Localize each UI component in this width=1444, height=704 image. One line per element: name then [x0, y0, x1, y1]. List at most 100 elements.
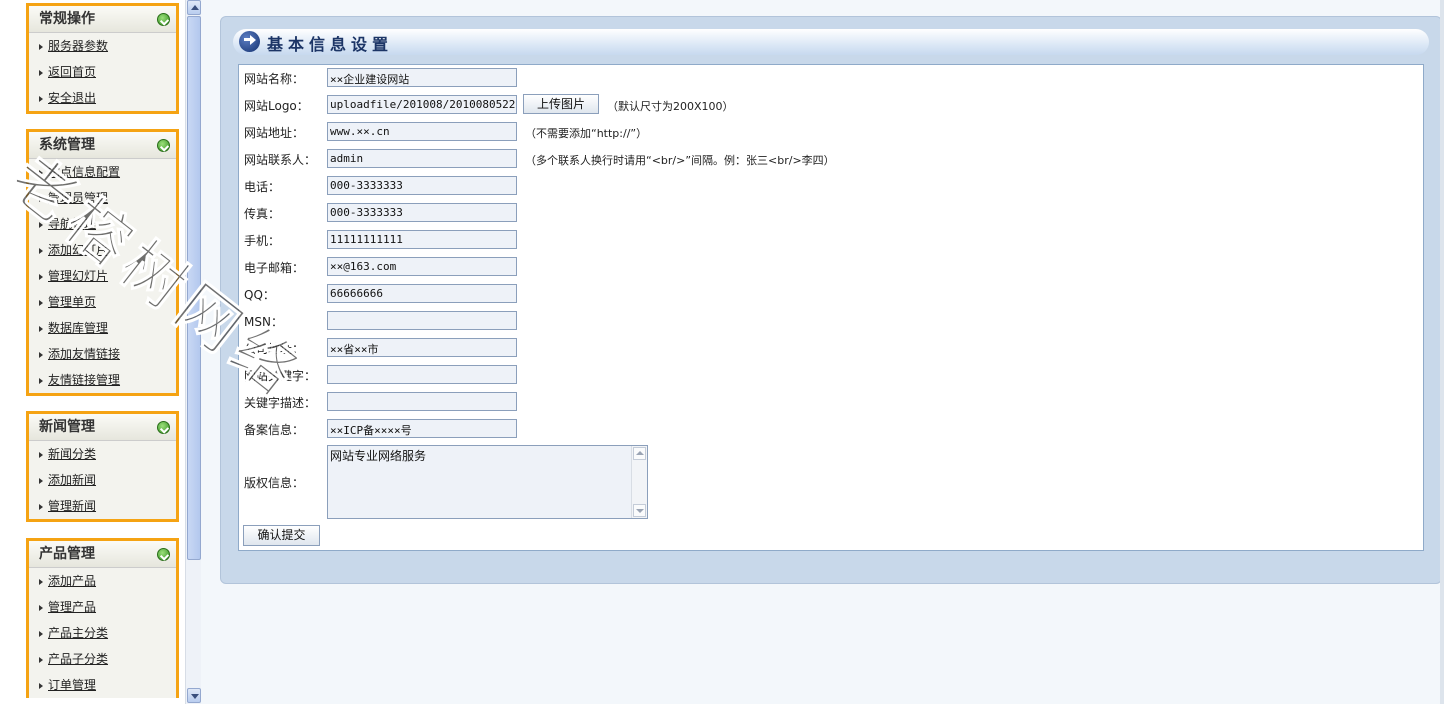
page-title: 基本信息设置	[267, 35, 394, 54]
bullet-arrow-icon	[39, 325, 43, 332]
logo-path-input[interactable]: uploadfile/201008/2010080522213	[327, 95, 517, 114]
contact-hint: （多个联系人换行时请用“<br/>”间隔。例：张三<br/>李四）	[525, 154, 835, 167]
field-label: QQ：	[244, 288, 275, 302]
submit-button[interactable]: 确认提交	[243, 525, 320, 546]
row-email: 电子邮箱： ××@163.com	[239, 254, 1423, 281]
menu-group-title[interactable]: 新闻管理	[29, 414, 176, 441]
scroll-up-icon[interactable]	[633, 447, 646, 460]
menu-item-add-product[interactable]: 添加产品	[29, 568, 176, 594]
menu-item-add-link[interactable]: 添加友情链接	[29, 341, 176, 367]
menu-group-system: 系统管理 站点信息配置 管理员管理 导航管理 添加幻灯片 管理幻灯片 管理单页 …	[26, 129, 179, 396]
textarea-scrollbar[interactable]	[631, 446, 647, 518]
bullet-arrow-icon	[39, 195, 43, 202]
menu-item-news-category[interactable]: 新闻分类	[29, 441, 176, 467]
field-label: 网站关键字：	[244, 369, 317, 383]
field-label: 网站地址：	[244, 126, 305, 140]
menu-item-orders[interactable]: 订单管理	[29, 672, 176, 698]
menu-scrollbar[interactable]	[185, 0, 201, 704]
bullet-arrow-icon	[39, 630, 43, 637]
scroll-down-icon[interactable]	[187, 688, 201, 703]
field-label: 网站联系人：	[244, 153, 317, 167]
row-site-url: 网站地址： www.××.cn （不需要添加“http://”）	[239, 119, 1423, 146]
copyright-textarea[interactable]: 网站专业网络服务	[327, 445, 648, 519]
description-input[interactable]	[327, 392, 517, 411]
field-label: 手机：	[244, 234, 281, 248]
menu-group-general: 常规操作 服务器参数 返回首页 安全退出	[26, 3, 179, 114]
mobile-input[interactable]: 11111111111	[327, 230, 517, 249]
scrollbar-thumb[interactable]	[187, 16, 201, 560]
upload-image-button[interactable]: 上传图片	[523, 94, 599, 114]
site-url-input[interactable]: www.××.cn	[327, 122, 517, 141]
scroll-down-icon[interactable]	[633, 504, 646, 517]
row-contact: 网站联系人： admin （多个联系人换行时请用“<br/>”间隔。例：张三<b…	[239, 146, 1423, 173]
row-copyright: 版权信息： 网站专业网络服务	[239, 443, 1423, 523]
row-description: 关键字描述：	[239, 389, 1423, 416]
row-icp: 备案信息： ××ICP备××××号	[239, 416, 1423, 443]
phone-input[interactable]: 000-3333333	[327, 176, 517, 195]
row-address: 公司地址： ××省××市	[239, 335, 1423, 362]
row-mobile: 手机： 11111111111	[239, 227, 1423, 254]
menu-item-pages[interactable]: 管理单页	[29, 289, 176, 315]
scroll-up-icon[interactable]	[187, 0, 201, 15]
keywords-input[interactable]	[327, 365, 517, 384]
menu-group-title[interactable]: 系统管理	[29, 132, 176, 159]
row-msn: MSN：	[239, 308, 1423, 335]
arrow-circle-icon	[239, 31, 260, 52]
fax-input[interactable]: 000-3333333	[327, 203, 517, 222]
bullet-arrow-icon	[39, 351, 43, 358]
menu-item-database[interactable]: 数据库管理	[29, 315, 176, 341]
bullet-arrow-icon	[39, 69, 43, 76]
logo-hint: （默认尺寸为200X100）	[607, 100, 734, 113]
field-label: 版权信息：	[244, 476, 305, 490]
bullet-arrow-icon	[39, 656, 43, 663]
menu-item-add-slide[interactable]: 添加幻灯片	[29, 237, 176, 263]
address-input[interactable]: ××省××市	[327, 338, 517, 357]
bullet-arrow-icon	[39, 377, 43, 384]
field-label: 关键字描述：	[244, 396, 317, 410]
menu-group-products: 产品管理 添加产品 管理产品 产品主分类 产品子分类 订单管理	[26, 538, 179, 698]
field-label: 公司地址：	[244, 342, 305, 356]
collapse-icon[interactable]	[157, 13, 170, 26]
row-keywords: 网站关键字：	[239, 362, 1423, 389]
contact-input[interactable]: admin	[327, 149, 517, 168]
menu-item-site-config[interactable]: 站点信息配置	[29, 159, 176, 185]
menu-item-manage-news[interactable]: 管理新闻	[29, 493, 176, 519]
menu-group-title[interactable]: 产品管理	[29, 541, 176, 568]
settings-panel: 基本信息设置 网站名称： ××企业建设网站 网站Logo： uploadfile…	[220, 16, 1442, 584]
menu-item-manage-links[interactable]: 友情链接管理	[29, 367, 176, 393]
site-name-input[interactable]: ××企业建设网站	[327, 68, 517, 87]
menu-group-title[interactable]: 常规操作	[29, 6, 176, 33]
menu-item-product-main-category[interactable]: 产品主分类	[29, 620, 176, 646]
field-label: 电子邮箱：	[244, 261, 305, 275]
bullet-arrow-icon	[39, 503, 43, 510]
qq-input[interactable]: 66666666	[327, 284, 517, 303]
bullet-arrow-icon	[39, 451, 43, 458]
menu-item-server-params[interactable]: 服务器参数	[29, 33, 176, 59]
email-input[interactable]: ××@163.com	[327, 257, 517, 276]
bullet-arrow-icon	[39, 604, 43, 611]
menu-item-admins[interactable]: 管理员管理	[29, 185, 176, 211]
menu-item-home[interactable]: 返回首页	[29, 59, 176, 85]
bullet-arrow-icon	[39, 578, 43, 585]
menu-item-manage-slides[interactable]: 管理幻灯片	[29, 263, 176, 289]
field-label: 网站名称：	[244, 72, 305, 86]
panel-header: 基本信息设置	[233, 29, 1429, 55]
bullet-arrow-icon	[39, 43, 43, 50]
row-qq: QQ： 66666666	[239, 281, 1423, 308]
bullet-arrow-icon	[39, 299, 43, 306]
row-fax: 传真： 000-3333333	[239, 200, 1423, 227]
window-edge	[1440, 0, 1444, 704]
collapse-icon[interactable]	[157, 548, 170, 561]
icp-input[interactable]: ××ICP备××××号	[327, 419, 517, 438]
menu-item-logout[interactable]: 安全退出	[29, 85, 176, 111]
bullet-arrow-icon	[39, 477, 43, 484]
collapse-icon[interactable]	[157, 139, 170, 152]
field-label: 备案信息：	[244, 423, 305, 437]
bullet-arrow-icon	[39, 273, 43, 280]
menu-item-manage-products[interactable]: 管理产品	[29, 594, 176, 620]
msn-input[interactable]	[327, 311, 517, 330]
collapse-icon[interactable]	[157, 421, 170, 434]
menu-item-nav[interactable]: 导航管理	[29, 211, 176, 237]
menu-item-product-sub-category[interactable]: 产品子分类	[29, 646, 176, 672]
menu-item-add-news[interactable]: 添加新闻	[29, 467, 176, 493]
